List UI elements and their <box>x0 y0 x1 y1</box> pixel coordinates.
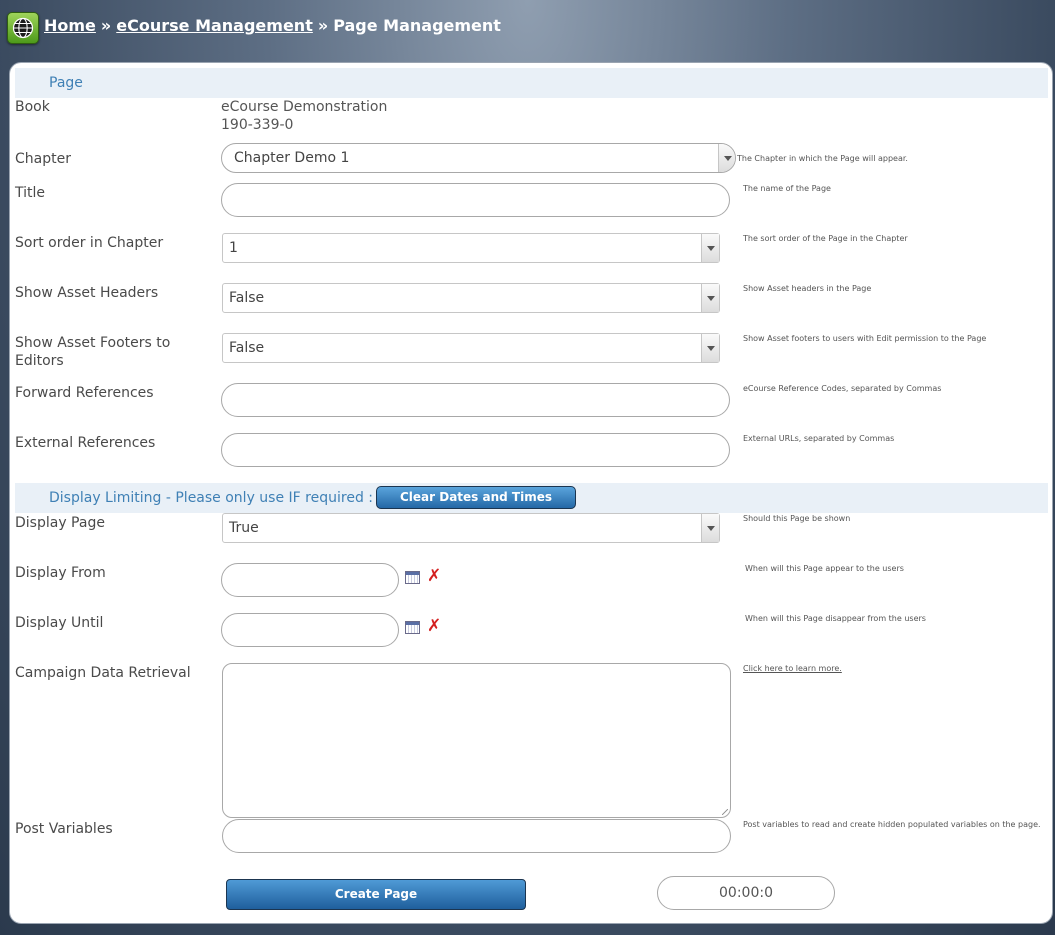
forward-refs-label: Forward References <box>15 385 154 401</box>
title-help: The name of the Page <box>743 184 831 193</box>
display-page-label: Display Page <box>15 515 105 531</box>
post-vars-label: Post Variables <box>15 821 113 837</box>
breadcrumb-ecourse-link[interactable]: eCourse Management <box>116 16 313 35</box>
sort-order-label: Sort order in Chapter <box>15 235 164 251</box>
calendar-icon[interactable] <box>405 621 420 634</box>
show-footers-label-line1: Show Asset Footers to <box>15 335 171 351</box>
chapter-label: Chapter <box>15 151 71 167</box>
breadcrumb-home-link[interactable]: Home <box>44 16 96 35</box>
show-footers-label-line2: Editors <box>15 353 64 369</box>
display-page-select[interactable]: True <box>222 513 720 543</box>
forward-refs-input[interactable] <box>221 383 730 417</box>
display-from-label: Display From <box>15 565 106 581</box>
external-refs-label: External References <box>15 435 156 451</box>
breadcrumb-separator: » <box>100 16 112 35</box>
show-footers-select[interactable]: False <box>222 333 720 363</box>
top-bar: Home» eCourse Management» Page Management <box>0 0 1055 56</box>
show-headers-help: Show Asset headers in the Page <box>743 284 872 293</box>
chevron-down-icon <box>701 284 719 312</box>
learn-more-link[interactable]: Click here to learn more. <box>743 664 842 673</box>
show-footers-select-value: False <box>229 340 265 356</box>
section-header-page: Page <box>15 68 1048 98</box>
breadcrumb-separator: » <box>317 16 329 35</box>
breadcrumb-current: Page Management <box>333 16 501 35</box>
chevron-down-icon <box>701 514 719 542</box>
red-x-icon[interactable]: ✗ <box>427 568 441 585</box>
chapter-select-value: Chapter Demo 1 <box>234 150 350 166</box>
globe-icon[interactable] <box>7 12 39 44</box>
book-name: eCourse Demonstration <box>221 99 388 115</box>
resize-grip-icon[interactable] <box>722 809 728 815</box>
chapter-help: The Chapter in which the Page will appea… <box>737 154 908 163</box>
book-label: Book <box>15 99 50 115</box>
chevron-down-icon <box>701 234 719 262</box>
campaign-label: Campaign Data Retrieval <box>15 665 191 681</box>
red-x-icon[interactable]: ✗ <box>427 618 441 635</box>
show-footers-label: Show Asset Footers to Editors <box>15 334 170 370</box>
show-footers-help: Show Asset footers to users with Edit pe… <box>743 334 987 343</box>
page-form-panel: Page Book eCourse Demonstration 190-339-… <box>9 62 1053 924</box>
display-page-select-value: True <box>229 520 259 536</box>
display-from-help: When will this Page appear to the users <box>745 564 904 573</box>
chevron-down-icon <box>718 144 735 172</box>
campaign-textarea[interactable] <box>222 663 731 818</box>
external-refs-input[interactable] <box>221 433 730 467</box>
display-until-help: When will this Page disappear from the u… <box>745 614 926 623</box>
forward-refs-help: eCourse Reference Codes, separated by Co… <box>743 384 942 393</box>
title-input[interactable] <box>221 183 730 217</box>
timer-display: 00:00:0 <box>657 876 835 910</box>
create-page-button[interactable]: Create Page <box>226 879 526 910</box>
display-until-label: Display Until <box>15 615 104 631</box>
show-headers-select-value: False <box>229 290 265 306</box>
title-label: Title <box>15 185 46 201</box>
clear-dates-button[interactable]: Clear Dates and Times <box>376 486 576 509</box>
post-vars-help: Post variables to read and create hidden… <box>743 820 1041 829</box>
post-vars-input[interactable] <box>222 819 731 853</box>
display-page-help: Should this Page be shown <box>743 514 851 523</box>
sort-order-select-value: 1 <box>229 240 238 256</box>
sort-order-select[interactable]: 1 <box>222 233 720 263</box>
chevron-down-icon <box>701 334 719 362</box>
sort-order-help: The sort order of the Page in the Chapte… <box>743 234 908 243</box>
show-headers-select[interactable]: False <box>222 283 720 313</box>
display-until-input[interactable] <box>221 613 399 647</box>
external-refs-help: External URLs, separated by Commas <box>743 434 895 443</box>
calendar-icon[interactable] <box>405 571 420 584</box>
breadcrumb: Home» eCourse Management» Page Management <box>44 16 501 35</box>
display-from-input[interactable] <box>221 563 399 597</box>
book-code: 190-339-0 <box>221 117 294 133</box>
chapter-select[interactable]: Chapter Demo 1 <box>221 143 736 173</box>
show-headers-label: Show Asset Headers <box>15 285 159 301</box>
